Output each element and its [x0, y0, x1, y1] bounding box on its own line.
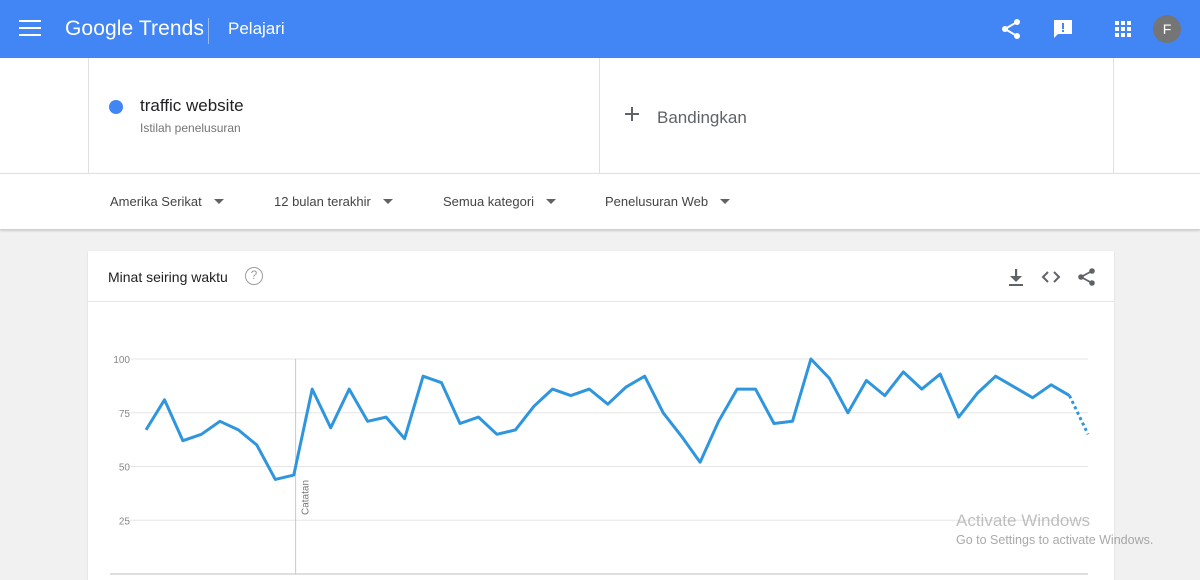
- region-filter-label: Amerika Serikat: [110, 194, 202, 209]
- page-title: Pelajari: [228, 19, 285, 38]
- time-range-filter[interactable]: 12 bulan terakhir: [274, 194, 393, 209]
- compare-label: Bandingkan: [657, 108, 747, 127]
- series-line-partial: [1068, 394, 1090, 435]
- search-term-card[interactable]: traffic website Istilah penelusuran: [88, 58, 600, 173]
- feedback-icon[interactable]: [1051, 17, 1075, 41]
- time-range-filter-label: 12 bulan terakhir: [274, 194, 371, 209]
- search-type-filter[interactable]: Penelusuran Web: [605, 194, 731, 209]
- top-app-bar: Google Trends Pelajari F: [0, 0, 1200, 58]
- menu-icon[interactable]: [19, 20, 41, 38]
- share-icon[interactable]: [1076, 266, 1098, 288]
- embed-icon[interactable]: [1040, 266, 1062, 288]
- help-icon[interactable]: ?: [245, 267, 263, 285]
- chevron-down-icon: [213, 199, 224, 205]
- y-tick-label: 75: [119, 409, 131, 420]
- avatar[interactable]: F: [1153, 15, 1181, 43]
- download-icon[interactable]: [1005, 266, 1027, 288]
- filter-bar: Amerika Serikat 12 bulan terakhir Semua …: [0, 173, 1200, 230]
- category-filter-label: Semua kategori: [443, 194, 535, 209]
- search-type-filter-label: Penelusuran Web: [605, 194, 709, 209]
- y-tick-label: 25: [119, 516, 131, 527]
- chevron-down-icon: [546, 199, 557, 205]
- card-title: Minat seiring waktu: [108, 269, 228, 285]
- compare-button[interactable]: Bandingkan: [600, 58, 1114, 173]
- series-line: [144, 357, 1071, 481]
- category-filter[interactable]: Semua kategori: [443, 194, 557, 209]
- search-term-name[interactable]: traffic website: [140, 96, 244, 116]
- search-terms-panel: traffic website Istilah penelusuran Band…: [0, 58, 1200, 173]
- google-trends-logo[interactable]: Google Trends: [65, 17, 204, 41]
- chevron-down-icon: [720, 199, 731, 205]
- note-marker-label: Catatan: [301, 480, 312, 515]
- y-tick-label: 100: [113, 355, 130, 366]
- search-term-type: Istilah penelusuran: [140, 121, 241, 135]
- interest-over-time-chart[interactable]: 100755025Catatan31 Okt 202120 Feb 202212…: [88, 302, 1114, 580]
- y-tick-label: 50: [119, 463, 131, 474]
- brand-divider: [208, 18, 209, 44]
- interest-over-time-card: Minat seiring waktu ? 100755025Catatan31…: [88, 251, 1114, 580]
- term-color-dot: [109, 100, 123, 114]
- apps-icon[interactable]: [1111, 17, 1135, 41]
- card-header: Minat seiring waktu ?: [88, 251, 1114, 302]
- region-filter[interactable]: Amerika Serikat: [110, 194, 224, 209]
- plus-icon: [625, 107, 639, 121]
- chevron-down-icon: [382, 199, 393, 205]
- share-icon[interactable]: [999, 17, 1023, 41]
